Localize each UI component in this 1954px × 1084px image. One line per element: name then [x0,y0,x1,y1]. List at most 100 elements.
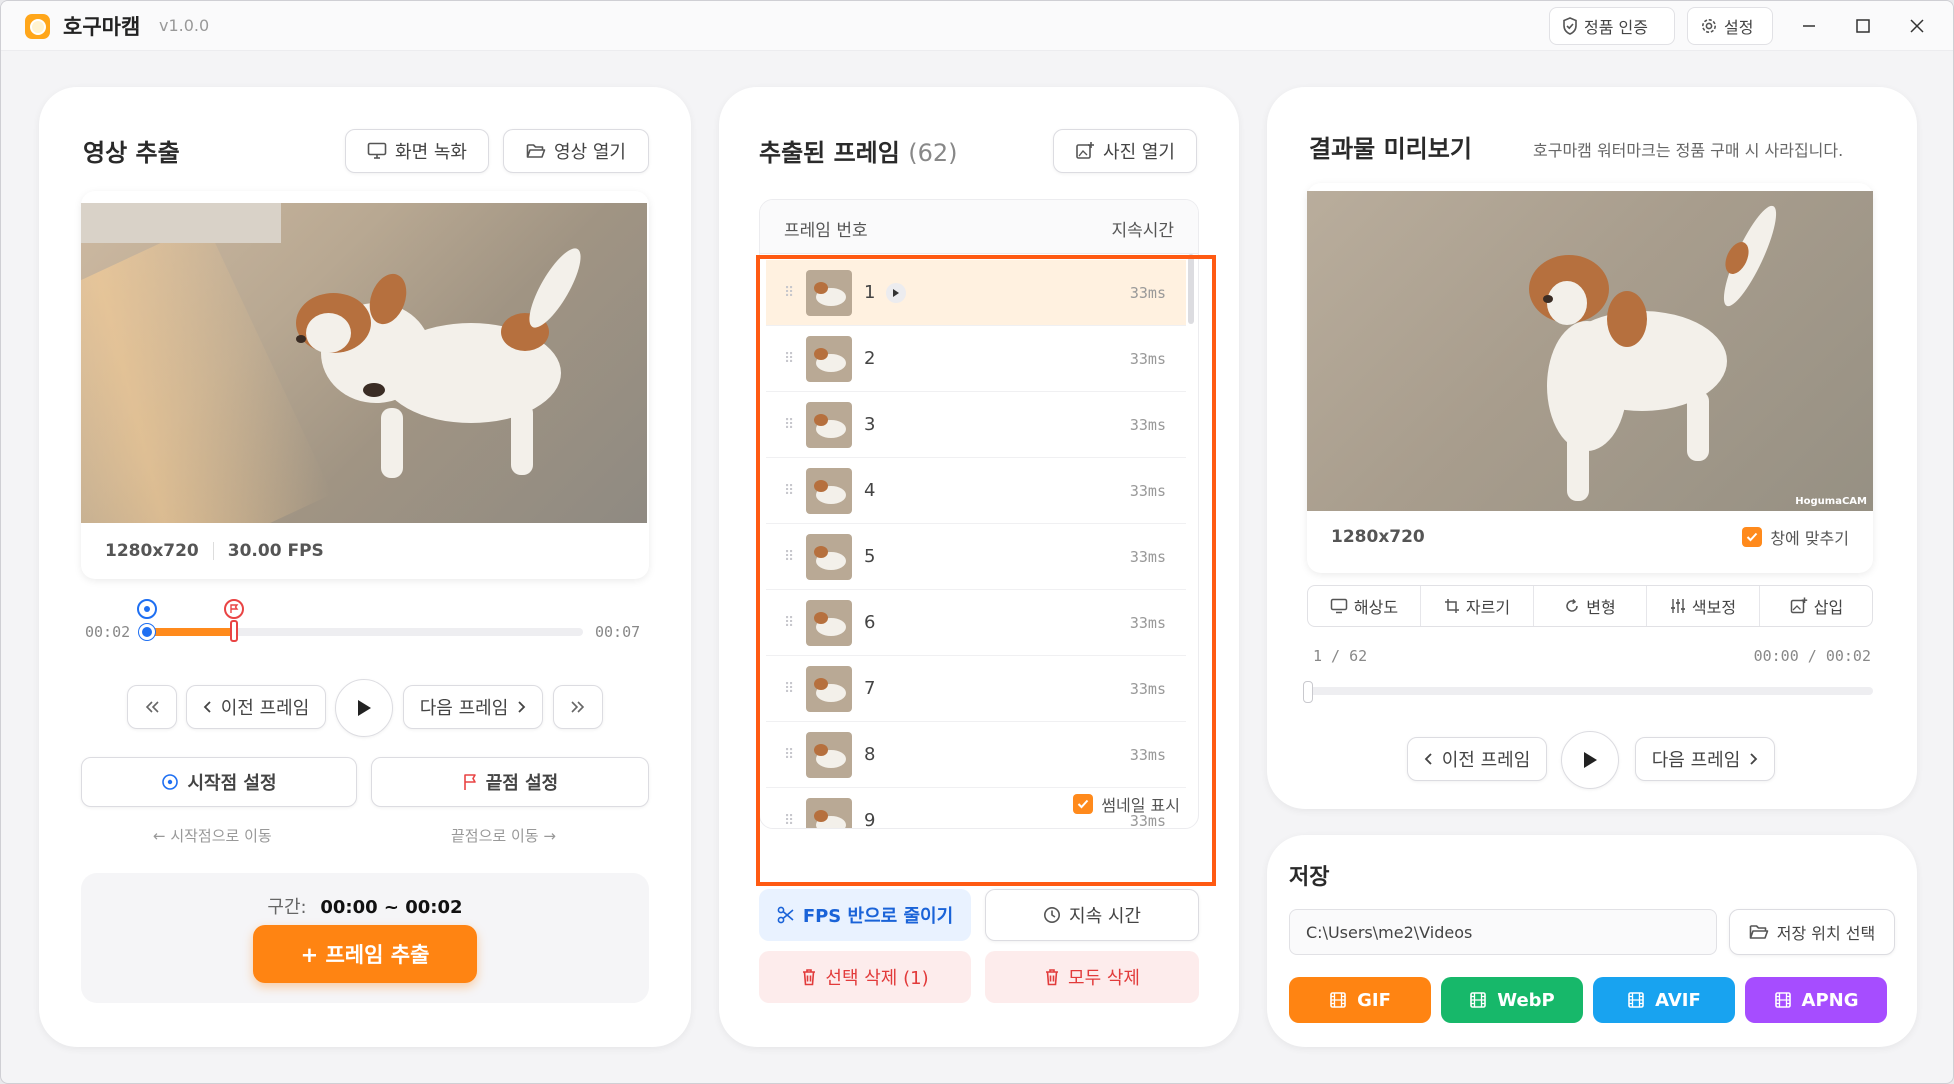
video-preview[interactable] [81,203,647,523]
watermark: HogumaCAM [1795,496,1867,507]
frame-counter: 1 / 62 [1313,647,1368,665]
preview-next-frame-label: 다음 프레임 [1651,750,1741,771]
video-resolution: 1280x720 [105,541,199,561]
preview-dog-nose [1543,295,1553,303]
minimize-icon [1803,25,1815,27]
export-webp-button[interactable]: WebP [1441,977,1583,1023]
folder-open-icon [526,144,546,158]
goto-end-link[interactable]: 끝점으로 이동 → [451,825,556,846]
range-display: 구간: 00:00 ~ 00:02 [81,893,649,919]
screen-record-label: 화면 녹화 [395,142,467,163]
maximize-button[interactable] [1843,11,1883,41]
end-marker-icon [224,599,245,619]
export-gif-button[interactable]: GIF [1289,977,1431,1023]
goto-start-link[interactable]: ← 시작점으로 이동 [153,825,272,846]
maximize-icon [1856,19,1870,33]
play-button[interactable] [335,679,393,737]
preview-next-frame-button[interactable]: 다음 프레임 [1635,737,1775,781]
app-version: v1.0.0 [159,16,210,35]
open-photo-label: 사진 열기 [1103,142,1175,163]
settings-button[interactable]: 설정 [1687,7,1773,45]
tool-resolution[interactable]: 해상도 [1308,586,1421,626]
minimize-button[interactable] [1789,11,1829,41]
preview-track[interactable] [1307,687,1873,695]
preview-resolution: 1280x720 [1331,527,1425,547]
export-format-label: WebP [1497,989,1555,1011]
col-duration-header: 지속시간 [1111,221,1174,241]
tool-insert-label: 삽입 [1813,598,1844,617]
tool-insert[interactable]: 삽입 [1760,586,1873,626]
delete-selected-label: 선택 삭제 (1) [825,968,929,989]
time-end-label: 00:07 [595,623,641,641]
open-video-button[interactable]: 영상 열기 [503,129,649,173]
end-handle[interactable] [230,620,239,642]
edit-tools-bar: 해상도 자르기 변형 색보정 삽입 [1307,585,1873,627]
trash-icon [1046,969,1059,986]
halve-fps-button[interactable]: FPS 반으로 줄이기 [759,889,971,941]
app-window: 호구마캠 v1.0.0 정품 인증 설정 영상 추출 화면 녹화 영상 열기 1… [0,0,1954,1084]
extract-frames-button[interactable]: + 프레임 추출 [253,925,477,983]
film-icon [1470,992,1487,1008]
film-icon [1628,992,1644,1008]
tool-color[interactable]: 색보정 [1647,586,1760,626]
checkbox-checked-icon [1742,527,1763,547]
fit-window-toggle[interactable]: 창에 맞추기 [1742,525,1849,549]
save-path-input[interactable]: C:\Users\me2\Videos [1289,909,1717,955]
tool-transform-label: 변형 [1586,598,1616,617]
export-avif-button[interactable]: AVIF [1593,977,1735,1023]
tool-crop[interactable]: 자르기 [1421,586,1534,626]
start-handle[interactable] [139,624,155,640]
halve-fps-label: FPS 반으로 줄이기 [802,906,954,927]
double-chevron-left-icon [145,701,159,713]
image-plus-icon [1076,142,1095,159]
export-apng-button[interactable]: APNG [1745,977,1887,1023]
image-plus-icon [1790,597,1807,614]
preview-prev-frame-button[interactable]: 이전 프레임 [1407,737,1547,781]
target-icon [162,774,179,790]
preview-card: HogumaCAM 1280x720 창에 맞추기 [1307,183,1873,573]
double-chevron-right-icon [571,701,585,713]
jump-end-button[interactable] [553,685,603,729]
tool-transform[interactable]: 변형 [1534,586,1647,626]
preview-play-button[interactable] [1561,731,1619,789]
settings-label: 설정 [1724,18,1754,37]
screen-record-button[interactable]: 화면 녹화 [345,129,489,173]
jump-start-button[interactable] [127,685,177,729]
monitor-icon [1330,598,1348,614]
video-info: 1280x720 30.00 FPS [105,541,324,561]
preview-dog-leg-back [1687,391,1709,461]
set-end-button[interactable]: 끝점 설정 [371,757,649,807]
play-icon [358,700,371,716]
time-counter: 00:00 / 00:02 [1753,647,1871,665]
preview-dog-ear [1607,291,1647,347]
preview-prev-frame-label: 이전 프레임 [1441,750,1531,771]
close-icon [1910,19,1924,33]
frames-count: (62) [908,139,958,167]
folder-open-icon [1749,925,1769,939]
chevron-left-icon [1424,753,1432,765]
set-end-label: 끝점 설정 [485,773,559,794]
gear-icon [1702,19,1716,33]
set-start-button[interactable]: 시작점 설정 [81,757,357,807]
prev-frame-button[interactable]: 이전 프레임 [186,685,326,729]
preview-dog-leg-front [1567,431,1589,501]
open-photo-button[interactable]: 사진 열기 [1053,129,1197,173]
dog-face [306,313,351,353]
result-preview[interactable]: HogumaCAM [1307,191,1873,511]
duration-button[interactable]: 지속 시간 [985,889,1199,941]
time-start-label: 00:02 [85,623,131,641]
delete-all-button[interactable]: 모두 삭제 [985,951,1199,1003]
choose-location-button[interactable]: 저장 위치 선택 [1729,909,1895,955]
chevron-right-icon [1750,753,1758,765]
activate-button[interactable]: 정품 인증 [1549,7,1675,45]
highlight-box [756,255,1216,886]
extract-section: 구간: 00:00 ~ 00:02 + 프레임 추출 [81,873,649,1003]
export-format-label: GIF [1357,989,1391,1011]
delete-selected-button[interactable]: 선택 삭제 (1) [759,951,971,1003]
extract-panel-title: 영상 추출 [83,139,180,167]
preview-handle[interactable] [1303,681,1313,703]
tool-color-label: 색보정 [1691,598,1737,617]
close-button[interactable] [1897,11,1937,41]
next-frame-button[interactable]: 다음 프레임 [403,685,543,729]
choose-location-label: 저장 위치 선택 [1776,924,1876,943]
